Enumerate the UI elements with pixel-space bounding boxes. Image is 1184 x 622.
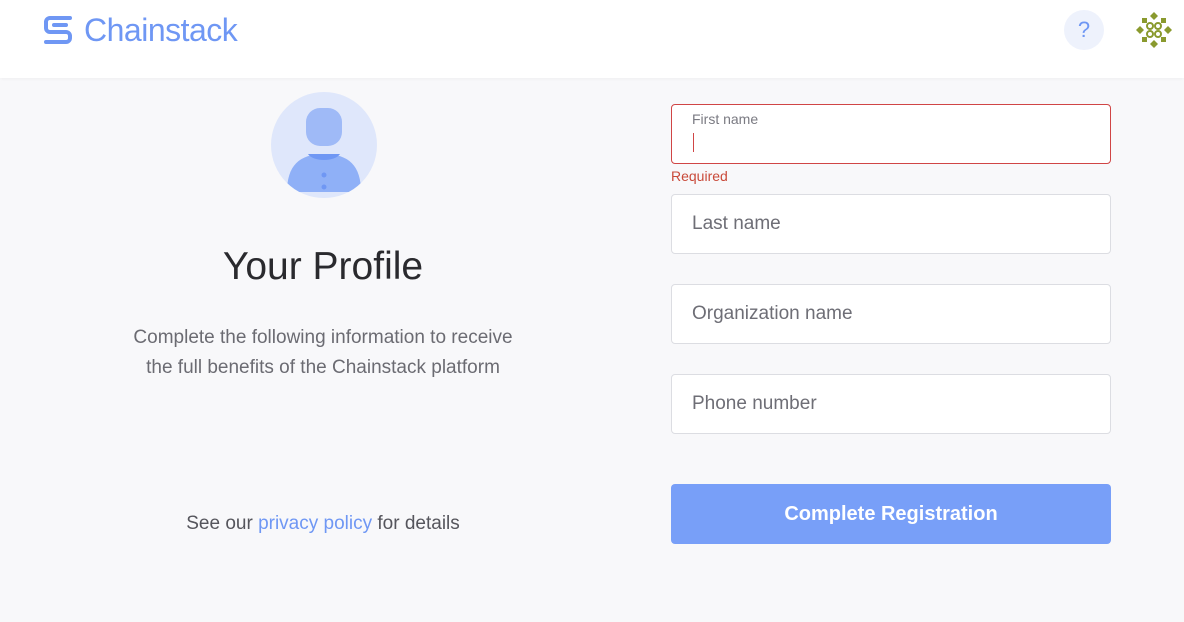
page-description: Complete the following information to re… [133, 327, 513, 378]
organization-field[interactable] [671, 284, 1111, 344]
phone-input[interactable] [672, 375, 1110, 433]
complete-registration-button[interactable]: Complete Registration [671, 484, 1111, 544]
chainstack-logo-icon [44, 16, 72, 44]
question-mark-icon: ? [1077, 17, 1091, 42]
page-title: Your Profile [222, 245, 424, 288]
top-header: Chainstack ? [0, 0, 1184, 78]
first-name-field[interactable]: First name [671, 104, 1111, 164]
user-avatar-button[interactable] [1133, 9, 1175, 51]
privacy-suffix: for details [372, 513, 460, 534]
privacy-prefix: See our [186, 513, 259, 534]
privacy-note: See our privacy policy for details [123, 513, 523, 535]
organization-input[interactable] [672, 285, 1110, 343]
brand-name: Chainstack [84, 11, 238, 48]
help-button[interactable]: ? [1064, 10, 1104, 50]
last-name-input[interactable] [672, 195, 1110, 253]
profile-avatar-icon [271, 92, 377, 198]
first-name-input[interactable] [672, 105, 1110, 163]
profile-intro: Your Profile Complete the following info… [123, 90, 523, 550]
brand-logo[interactable]: Chainstack [40, 11, 238, 48]
user-identicon [1136, 12, 1172, 48]
privacy-policy-link[interactable]: privacy policy [258, 513, 372, 534]
last-name-field[interactable] [671, 194, 1111, 254]
phone-field[interactable] [671, 374, 1111, 434]
first-name-error: Required [671, 168, 728, 184]
